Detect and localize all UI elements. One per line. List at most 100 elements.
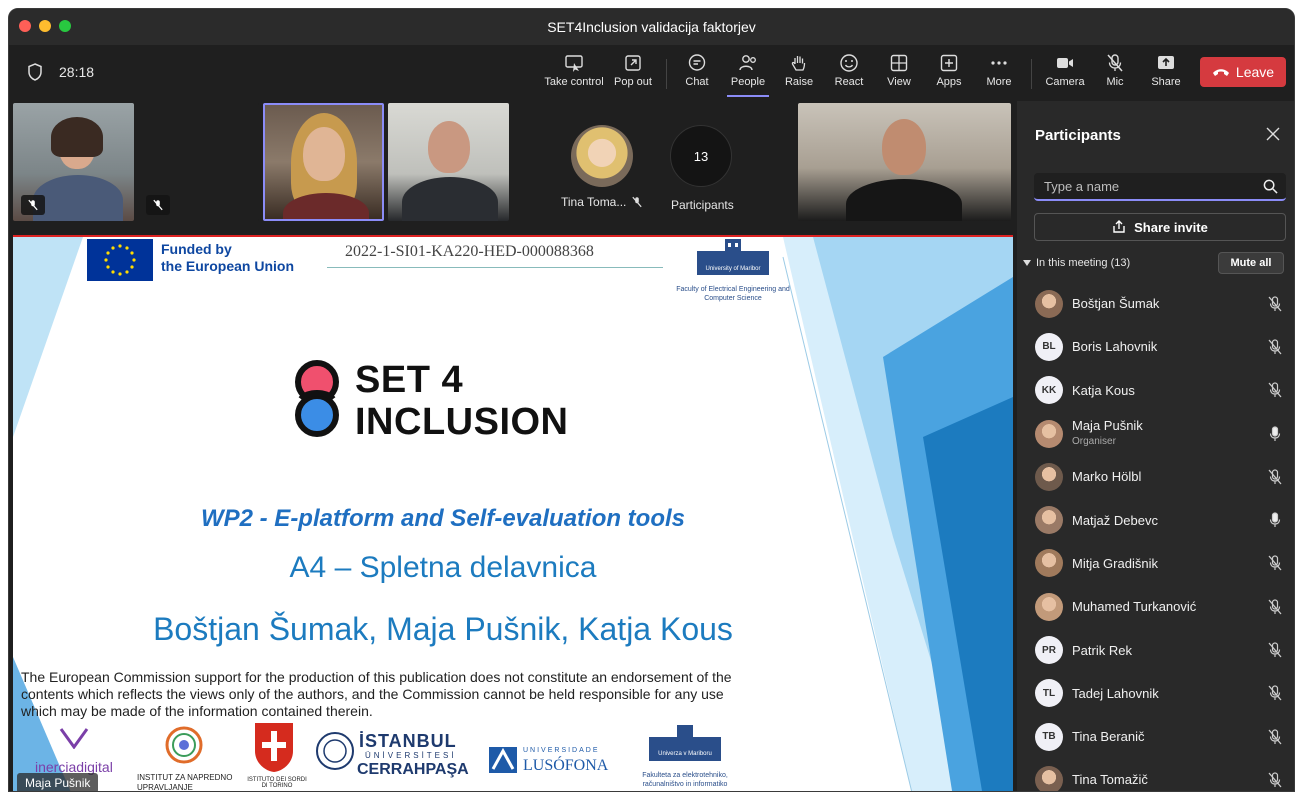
pop-out-button[interactable]: Pop out bbox=[611, 53, 655, 97]
participant-row[interactable]: PR Patrik Rek bbox=[1017, 628, 1294, 671]
participant-row[interactable]: Boštjan Šumak bbox=[1017, 282, 1294, 325]
um-faculty-caption: Faculty of Electrical Engineering and Co… bbox=[676, 286, 790, 302]
funded-by-eu-text: Funded by the European Union bbox=[161, 241, 294, 274]
mic-off-icon bbox=[1107, 54, 1123, 72]
university-of-maribor-logo: University of Maribor bbox=[697, 239, 769, 275]
participant-name: Patrik Rek bbox=[1072, 642, 1132, 658]
univerza-maribor-logo-text: Univerza v Mariboru bbox=[658, 751, 712, 757]
close-icon[interactable] bbox=[1266, 127, 1280, 141]
participant-row[interactable]: TB Tina Beranič bbox=[1017, 715, 1294, 758]
mic-off-icon[interactable] bbox=[1268, 469, 1282, 485]
caret-down-icon bbox=[1023, 260, 1031, 266]
mic-on-icon[interactable] bbox=[1268, 512, 1282, 528]
meeting-timer: 28:18 bbox=[59, 64, 95, 80]
mic-off-icon[interactable] bbox=[1268, 599, 1282, 615]
participant-name: Boris Lahovnik bbox=[1072, 339, 1158, 355]
window-controls bbox=[19, 20, 71, 32]
mic-off-icon[interactable] bbox=[1268, 729, 1282, 745]
participant-list: Boštjan Šumak BL Boris Lahovnik KK Katja Kou… bbox=[1017, 282, 1294, 791]
project-code-underline bbox=[327, 267, 663, 268]
mic-off-icon bbox=[632, 196, 642, 208]
view-button[interactable]: View bbox=[881, 53, 917, 97]
participant-name: Tina Tomažič bbox=[1072, 772, 1148, 788]
people-icon bbox=[739, 55, 756, 71]
more-button[interactable]: More bbox=[981, 53, 1017, 97]
mic-button[interactable]: Mic bbox=[1099, 53, 1131, 97]
eu-stars-icon bbox=[104, 244, 136, 276]
mute-all-button[interactable]: Mute all bbox=[1218, 252, 1284, 274]
share-invite-button[interactable]: Share invite bbox=[1034, 213, 1286, 241]
lusofona-logo-icon bbox=[489, 747, 517, 773]
in-meeting-section-toggle[interactable]: In this meeting (13) bbox=[1023, 257, 1130, 269]
plus-box-icon bbox=[940, 54, 958, 72]
participant-face bbox=[882, 119, 926, 175]
participant-avatar-photo[interactable] bbox=[571, 125, 633, 187]
video-tile-participant[interactable] bbox=[388, 103, 509, 221]
grid-view-icon bbox=[890, 54, 908, 72]
muted-badge bbox=[146, 195, 170, 215]
camera-button[interactable]: Camera bbox=[1043, 53, 1087, 97]
phone-hangup-icon bbox=[1212, 69, 1229, 76]
participant-initials-avatar: TL bbox=[1035, 679, 1063, 708]
slide-authors: Boštjan Šumak, Maja Pušnik, Katja Kous bbox=[153, 611, 733, 647]
minimize-window-button[interactable] bbox=[39, 20, 51, 32]
project-code: 2022-1-SI01-KA220-HED-000088368 bbox=[345, 243, 594, 260]
participant-row[interactable]: BL Boris Lahovnik bbox=[1017, 325, 1294, 368]
take-control-button[interactable]: Take control bbox=[544, 53, 604, 97]
participant-photo-avatar bbox=[1035, 419, 1063, 448]
mic-off-icon[interactable] bbox=[1268, 555, 1282, 571]
people-button[interactable]: People bbox=[727, 53, 769, 97]
participant-row[interactable]: Maja Pušnik Organiser bbox=[1017, 412, 1294, 455]
mic-on-icon[interactable] bbox=[1268, 425, 1282, 442]
participant-row[interactable]: Muhamed Turkanović bbox=[1017, 585, 1294, 628]
meeting-toolbar: 28:18 Take control Pop out Chat People R… bbox=[9, 45, 1294, 101]
participant-row[interactable]: TL Tadej Lahovnik bbox=[1017, 672, 1294, 715]
raise-hand-button[interactable]: Raise bbox=[781, 53, 817, 97]
toolbar-divider bbox=[1031, 59, 1032, 89]
video-tile-participant[interactable] bbox=[798, 103, 1011, 221]
shared-screen-slide[interactable]: Funded by the European Union 2022-1-SI01… bbox=[13, 235, 1013, 791]
video-tile-camera-off[interactable] bbox=[134, 103, 259, 221]
shield-icon[interactable] bbox=[27, 63, 43, 81]
participant-name: Matjaž Debevc bbox=[1072, 512, 1158, 528]
istanbul-logo-line1: İSTANBUL bbox=[359, 731, 457, 751]
participant-row[interactable]: Mitja Gradišnik bbox=[1017, 542, 1294, 585]
participant-initials-avatar: BL bbox=[1035, 332, 1063, 361]
toolbar-divider bbox=[666, 59, 667, 89]
hand-icon bbox=[791, 56, 806, 71]
participant-search-input[interactable] bbox=[1044, 178, 1254, 194]
inercia-digital-logo-icon bbox=[59, 728, 89, 749]
mic-off-icon[interactable] bbox=[1268, 296, 1282, 312]
participant-initials-avatar: KK bbox=[1035, 376, 1063, 405]
apps-button[interactable]: Apps bbox=[931, 53, 967, 97]
leave-button[interactable]: Leave bbox=[1200, 57, 1286, 87]
participant-row[interactable]: Tina Tomažič bbox=[1017, 758, 1294, 791]
share-button[interactable]: Share bbox=[1149, 53, 1183, 97]
mic-off-icon[interactable] bbox=[1268, 382, 1282, 398]
mic-off-icon[interactable] bbox=[1268, 642, 1282, 658]
participants-overflow-label: Participants bbox=[671, 198, 734, 212]
participants-overflow-button[interactable]: 13 bbox=[670, 125, 732, 187]
video-tile-active-speaker[interactable] bbox=[263, 103, 384, 221]
video-tile-participant[interactable] bbox=[13, 103, 134, 221]
teams-window: SET4Inclusion validacija faktorjev 28:18… bbox=[8, 8, 1295, 792]
mic-off-icon[interactable] bbox=[1268, 339, 1282, 355]
participant-row[interactable]: Matjaž Debevc bbox=[1017, 498, 1294, 541]
mic-off-icon[interactable] bbox=[1268, 772, 1282, 788]
istituto-sordi-logo: ISTITUTO DEI SORDI DI TORINO bbox=[247, 777, 307, 789]
participant-role: Organiser bbox=[1072, 435, 1116, 447]
lusofona-logo-line2: LUSÓFONA bbox=[523, 757, 609, 774]
close-window-button[interactable] bbox=[19, 20, 31, 32]
participant-photo-avatar bbox=[1035, 506, 1063, 535]
search-icon[interactable] bbox=[1263, 179, 1278, 194]
pop-out-icon bbox=[625, 55, 641, 71]
maximize-window-button[interactable] bbox=[59, 20, 71, 32]
mic-off-icon[interactable] bbox=[1268, 685, 1282, 701]
slide-title-a4: A4 – Spletna delavnica bbox=[289, 551, 597, 584]
participant-row[interactable]: Marko Hölbl bbox=[1017, 455, 1294, 498]
react-button[interactable]: React bbox=[831, 53, 867, 97]
meeting-stage: Tina Toma... 13 Participants Funded by t… bbox=[9, 101, 1017, 791]
chat-button[interactable]: Chat bbox=[679, 53, 715, 97]
participant-photo-avatar bbox=[1035, 289, 1063, 318]
participant-row[interactable]: KK Katja Kous bbox=[1017, 369, 1294, 412]
